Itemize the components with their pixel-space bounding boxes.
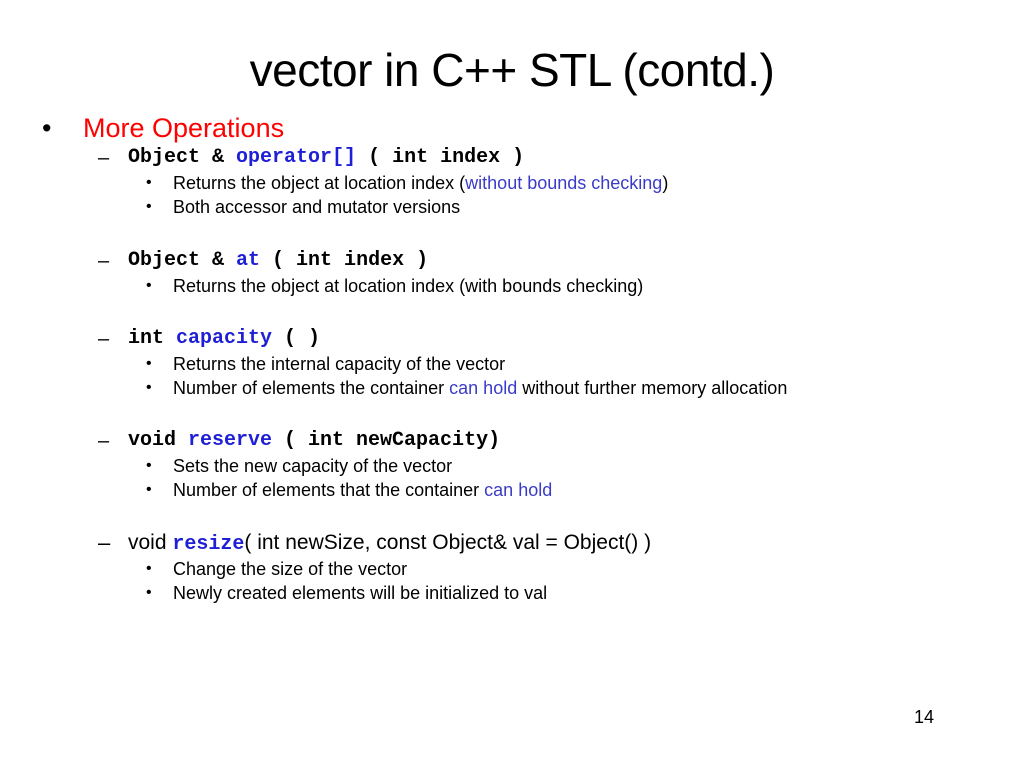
method-name: at bbox=[236, 249, 261, 272]
sub-bullet: • bbox=[146, 379, 152, 396]
signature-suffix: ( int newSize, const Object& val = Objec… bbox=[244, 531, 652, 554]
method-name: reserve bbox=[188, 429, 273, 452]
signature-prefix: void bbox=[128, 531, 173, 554]
bullet-highlight: can hold bbox=[449, 378, 518, 398]
sub-bullet: • bbox=[146, 198, 152, 215]
method-signature-reserve: void reserve ( int newCapacity) bbox=[128, 429, 500, 453]
dash-marker: – bbox=[98, 328, 110, 350]
section-heading: More Operations bbox=[83, 113, 285, 143]
bullet-text: Sets the new capacity of the vector bbox=[173, 456, 453, 476]
method-name: operator[] bbox=[236, 146, 357, 169]
sub-bullet: • bbox=[146, 355, 152, 372]
signature-suffix: ( int index ) bbox=[356, 146, 525, 169]
heading-bullet: • bbox=[42, 113, 52, 143]
bullet-text-post: without further memory allocation bbox=[517, 378, 788, 398]
dash-marker: – bbox=[98, 250, 110, 272]
bullet-highlight: without bounds checking bbox=[465, 173, 663, 193]
signature-prefix: Object & bbox=[128, 249, 237, 272]
bullet-text: Both accessor and mutator versions bbox=[173, 197, 461, 217]
sub-bullet: • bbox=[146, 174, 152, 191]
signature-suffix: ( ) bbox=[272, 327, 321, 350]
sub-bullet: • bbox=[146, 560, 152, 577]
sub-bullet: • bbox=[146, 277, 152, 294]
bullet-text: Number of elements the container can hol… bbox=[173, 376, 787, 400]
dash-marker: – bbox=[98, 530, 111, 555]
bullet-text-pre: Number of elements that the container bbox=[173, 480, 485, 500]
method-name: capacity bbox=[176, 327, 273, 350]
signature-suffix: ( int newCapacity) bbox=[272, 429, 501, 452]
dash-marker: – bbox=[98, 147, 110, 169]
bullet-text-pre: Returns the object at location index ( bbox=[173, 173, 466, 193]
bullet-text: Returns the object at location index (wi… bbox=[173, 171, 668, 195]
signature-prefix: int bbox=[128, 327, 177, 350]
method-name: resize bbox=[172, 533, 245, 556]
page-number: 14 bbox=[914, 707, 935, 727]
sub-bullet: • bbox=[146, 457, 152, 474]
slide-title: vector in C++ STL (contd.) bbox=[249, 44, 775, 96]
sub-bullet: • bbox=[146, 584, 152, 601]
method-signature-at: Object & at ( int index ) bbox=[128, 249, 428, 273]
bullet-highlight: can hold bbox=[484, 480, 553, 500]
method-signature-resize: void resize( int newSize, const Object& … bbox=[128, 530, 651, 558]
bullet-text: Returns the internal capacity of the vec… bbox=[173, 354, 506, 374]
bullet-text: Number of elements that the container ca… bbox=[173, 478, 552, 502]
bullet-text: Newly created elements will be initializ… bbox=[173, 583, 548, 603]
signature-prefix: void bbox=[128, 429, 189, 452]
signature-prefix: Object & bbox=[128, 146, 237, 169]
bullet-text: Returns the object at location index (wi… bbox=[173, 276, 644, 296]
bullet-text: Change the size of the vector bbox=[173, 559, 408, 579]
dash-marker: – bbox=[98, 430, 110, 452]
bullet-text-post: ) bbox=[662, 173, 669, 193]
signature-suffix: ( int index ) bbox=[260, 249, 429, 272]
sub-bullet: • bbox=[146, 481, 152, 498]
bullet-text-pre: Number of elements the container bbox=[173, 378, 450, 398]
method-signature-capacity: int capacity ( ) bbox=[128, 327, 320, 351]
method-signature-operator: Object & operator[] ( int index ) bbox=[128, 146, 524, 170]
